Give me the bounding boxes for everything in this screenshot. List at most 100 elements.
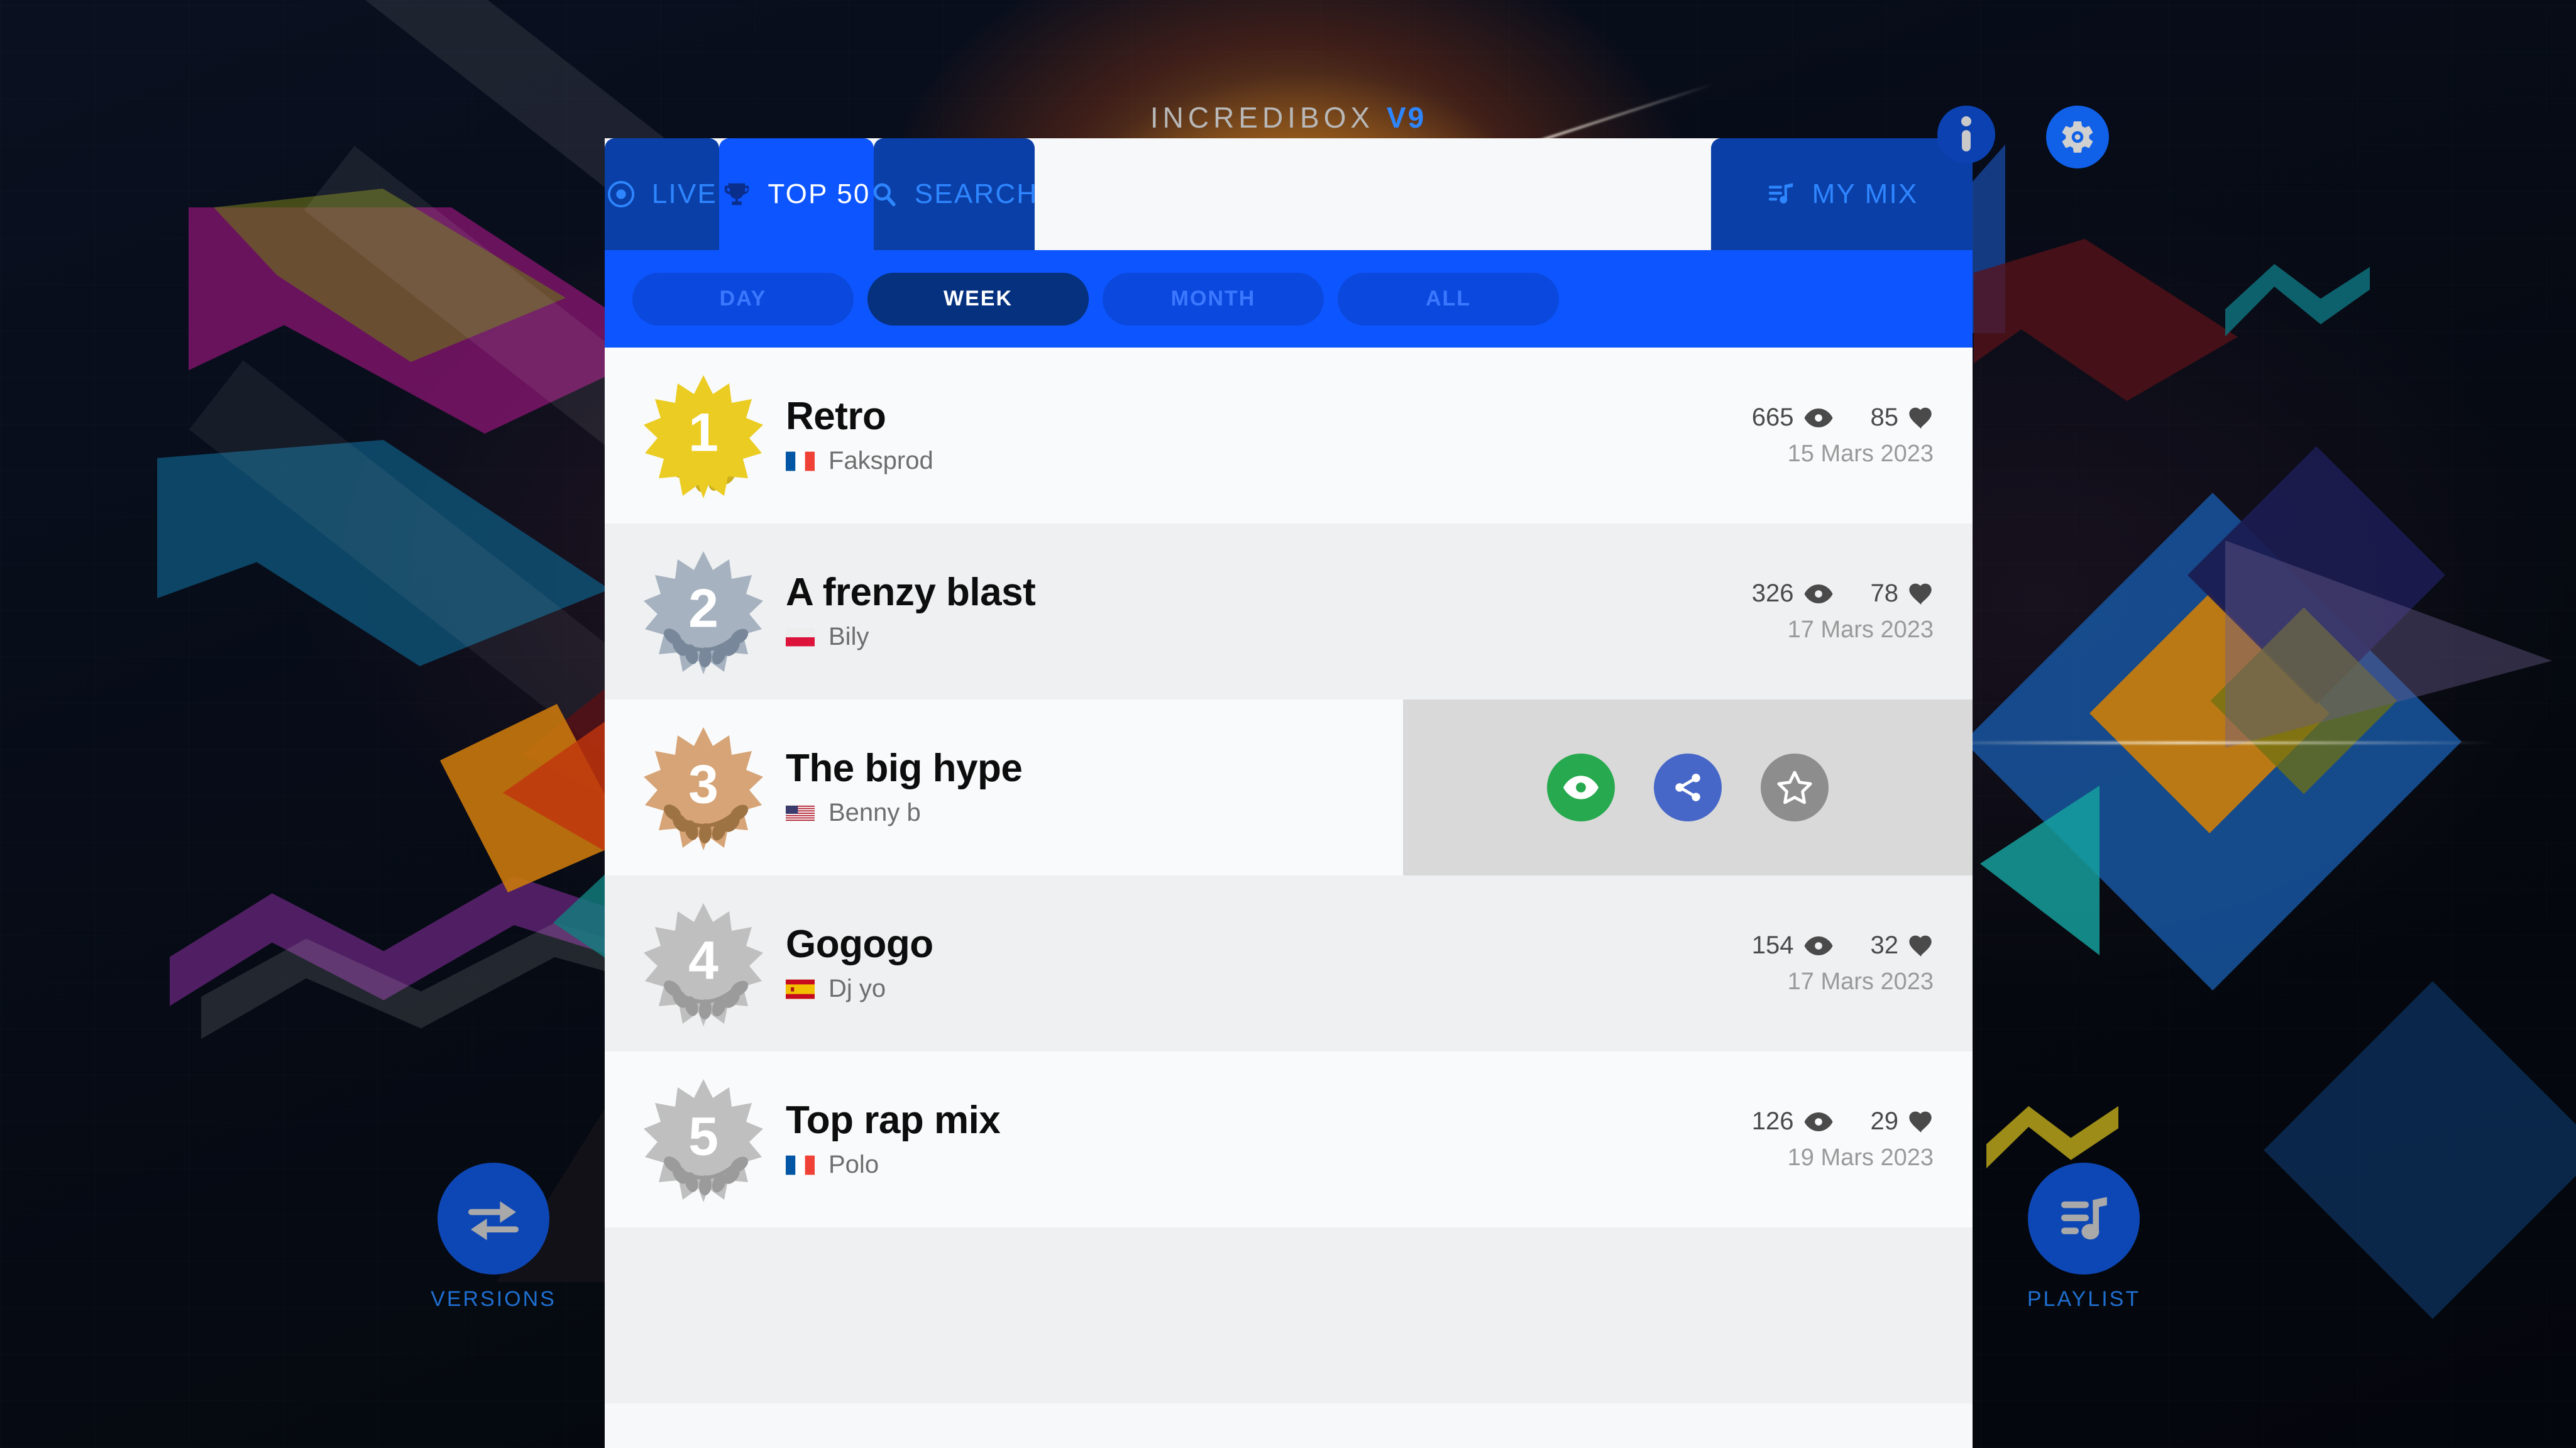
- like-count: 29: [1870, 1107, 1899, 1135]
- tab-top50-label: TOP 50: [768, 178, 871, 209]
- track-author: Bily: [828, 623, 869, 651]
- versions-button-label: VERSIONS: [431, 1287, 556, 1311]
- tab-top50[interactable]: TOP 50: [719, 138, 874, 250]
- track-date: 15 Mars 2023: [1787, 441, 1934, 467]
- view-count: 326: [1751, 579, 1794, 607]
- search-icon: [871, 180, 898, 208]
- track-date: 19 Mars 2023: [1787, 1144, 1934, 1171]
- filter-day-label: DAY: [719, 287, 767, 310]
- track-stats: 665 85 15 Mars 2023: [1752, 403, 1934, 468]
- eye-icon: [1804, 936, 1832, 955]
- heart-icon: [1909, 935, 1932, 957]
- tab-mymix[interactable]: MY MIX: [1711, 138, 1973, 250]
- track-meta: A frenzy blast Bily: [786, 572, 1752, 651]
- view-count: 665: [1751, 403, 1794, 431]
- tab-mymix-label: MY MIX: [1812, 178, 1918, 209]
- playlist-note-icon: [2061, 1197, 2107, 1240]
- flag-france-icon: [786, 1155, 815, 1175]
- track-byline: Faksprod: [786, 447, 1752, 475]
- eye-icon: [1804, 408, 1832, 427]
- tab-search[interactable]: SEARCH: [871, 138, 1038, 250]
- flag-poland-icon: [786, 628, 815, 646]
- rank-badge-bronze: 3: [644, 725, 763, 850]
- playlist-button[interactable]: PLAYLIST: [1996, 1163, 2172, 1312]
- track-author: Dj yo: [828, 975, 886, 1003]
- ranking-list: 1 Retro Faksprod 665 85 15 Mars 2023 2 A…: [605, 348, 1973, 1448]
- track-author: Benny b: [828, 799, 921, 827]
- table-row[interactable]: 1 Retro Faksprod 665 85 15 Mars 2023: [605, 348, 1973, 524]
- playlist-button-circle: [2028, 1163, 2140, 1275]
- time-filter-bar: DAY WEEK MONTH ALL: [605, 250, 1973, 348]
- track-byline: Dj yo: [786, 975, 1752, 1003]
- share-icon: [1675, 774, 1700, 801]
- track-stats: 126 29 19 Mars 2023: [1752, 1107, 1934, 1171]
- track-author: Polo: [828, 1151, 879, 1179]
- filter-week[interactable]: WEEK: [867, 272, 1089, 326]
- table-row[interactable]: 4 Gogogo Dj yo 154 32 17 Mars 2023: [605, 875, 1973, 1051]
- live-icon: [607, 180, 636, 209]
- track-byline: Polo: [786, 1151, 1752, 1179]
- rank-badge-plain: 5: [644, 1077, 763, 1202]
- track-title: Retro: [786, 394, 886, 438]
- playlist-button-label: PLAYLIST: [2027, 1287, 2141, 1311]
- share-button[interactable]: [1654, 754, 1722, 821]
- tab-live[interactable]: LIVE: [605, 138, 719, 250]
- rank-badge-plain: 4: [644, 901, 763, 1026]
- trophy-icon: [722, 180, 751, 209]
- filter-all[interactable]: ALL: [1338, 272, 1559, 326]
- info-icon: [1961, 116, 1971, 151]
- track-stats: 326 78 17 Mars 2023: [1752, 579, 1934, 644]
- eye-icon: [1804, 584, 1832, 603]
- table-row[interactable]: [605, 1227, 1973, 1403]
- filter-all-label: ALL: [1425, 287, 1472, 310]
- table-row[interactable]: 3 The big hype Benny b: [605, 699, 1973, 875]
- view-count: 126: [1751, 1107, 1794, 1135]
- heart-icon: [1909, 407, 1932, 429]
- track-byline: Bily: [786, 623, 1752, 651]
- bg-glow-streak-right: [1930, 742, 2496, 744]
- versions-button-circle: [438, 1163, 549, 1275]
- playlist-icon: [1766, 180, 1796, 209]
- rank-number: 4: [688, 930, 718, 991]
- flag-france-icon: [786, 451, 815, 471]
- rank-number: 5: [688, 1106, 718, 1167]
- gear-icon: [2062, 121, 2093, 153]
- eye-icon: [1804, 1112, 1832, 1131]
- favorite-button[interactable]: [1761, 754, 1829, 821]
- track-title: Gogogo: [786, 922, 933, 966]
- versions-button[interactable]: VERSIONS: [405, 1163, 581, 1312]
- track-meta: Top rap mix Polo: [786, 1100, 1752, 1179]
- track-author: Faksprod: [828, 447, 933, 475]
- track-meta: Retro Faksprod: [786, 396, 1752, 475]
- tab-live-label: LIVE: [651, 178, 718, 209]
- rank-badge-silver: 2: [644, 549, 763, 674]
- filter-month-label: MONTH: [1170, 287, 1256, 310]
- rank-number: 1: [688, 402, 718, 463]
- track-meta: Gogogo Dj yo: [786, 924, 1752, 1003]
- track-date: 17 Mars 2023: [1787, 968, 1934, 995]
- track-stats: 154 32 17 Mars 2023: [1752, 931, 1934, 996]
- filter-month[interactable]: MONTH: [1103, 272, 1324, 326]
- star-icon: [1777, 771, 1812, 804]
- table-row[interactable]: 2 A frenzy blast Bily 326 78 17 Mars 202…: [605, 524, 1973, 699]
- view-count: 154: [1751, 931, 1794, 959]
- heart-icon: [1909, 1111, 1932, 1133]
- tab-search-label: SEARCH: [914, 178, 1038, 209]
- row-action-overlay: [1403, 699, 1973, 875]
- like-count: 85: [1870, 403, 1899, 431]
- play-button[interactable]: [1547, 754, 1615, 821]
- table-row[interactable]: 5 Top rap mix Polo 126 29 19 Mars 2023: [605, 1051, 1973, 1227]
- flag-usa-icon: [786, 805, 815, 821]
- track-title: A frenzy blast: [786, 570, 1036, 614]
- swap-arrows-icon: [468, 1201, 519, 1241]
- rank-number: 3: [688, 754, 718, 815]
- info-button[interactable]: [1937, 106, 1995, 163]
- filter-week-label: WEEK: [944, 287, 1013, 310]
- eye-icon: [1563, 776, 1599, 799]
- rank-number: 2: [688, 578, 718, 639]
- heart-icon: [1909, 583, 1932, 605]
- settings-button[interactable]: [2046, 106, 2109, 168]
- flag-spain-icon: [786, 979, 815, 999]
- like-count: 78: [1870, 579, 1899, 607]
- filter-day[interactable]: DAY: [632, 272, 854, 326]
